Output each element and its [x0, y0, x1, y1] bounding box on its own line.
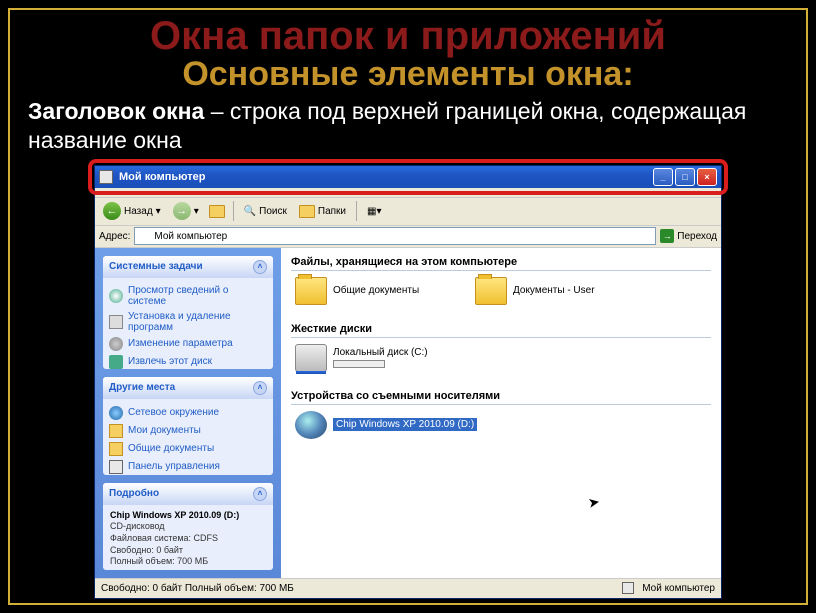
statusbar: Свободно: 0 байт Полный объем: 700 МБ Мо…: [95, 578, 721, 598]
maximize-button[interactable]: □: [675, 168, 695, 186]
statusbar-right: Мой компьютер: [642, 583, 715, 594]
item-drive-c[interactable]: Локальный диск (C:): [295, 344, 455, 372]
sidebar-item-eject[interactable]: Извлечь этот диск: [109, 353, 267, 369]
sidebar-panel-header[interactable]: Подробно ˄: [103, 483, 273, 505]
definition-text: Заголовок окна – строка под верхней гран…: [28, 97, 788, 155]
content-area: Файлы, хранящиеся на этом компьютере Общ…: [281, 248, 721, 578]
toolbar: ← Назад ▾ → ▾ 🔍 Поиск Папк: [95, 198, 721, 226]
computer-icon: [138, 230, 150, 242]
group-header-drives: Жесткие диски: [291, 321, 711, 338]
computer-icon: [622, 582, 634, 594]
sidebar-panel-other-places: Другие места ˄ Сетевое окружение Мои док…: [103, 377, 273, 475]
search-icon: 🔍: [244, 206, 256, 217]
item-cd-d[interactable]: Chip Windows XP 2010.09 (D:): [295, 411, 477, 439]
chevron-up-icon: ˄: [253, 487, 267, 501]
back-button[interactable]: ← Назад ▾: [99, 200, 165, 222]
sidebar: Системные задачи ˄ Просмотр сведений о с…: [95, 248, 281, 578]
minimize-button[interactable]: _: [653, 168, 673, 186]
sidebar-item-addremove[interactable]: Установка и удаление программ: [109, 309, 267, 335]
sidebar-item-mydocs[interactable]: Мои документы: [109, 422, 267, 440]
drive-icon: [295, 344, 327, 372]
sidebar-item-settings[interactable]: Изменение параметра: [109, 335, 267, 353]
details-body: Chip Windows XP 2010.09 (D:) CD-дисковод…: [103, 505, 273, 570]
cd-icon: [295, 411, 327, 439]
chevron-down-icon: ▾: [194, 206, 199, 217]
chevron-down-icon: ▾: [156, 206, 161, 217]
go-arrow-icon: →: [660, 229, 674, 243]
folder-icon: [109, 424, 123, 438]
definition-term: Заголовок окна: [28, 98, 204, 124]
close-button[interactable]: ×: [697, 168, 717, 186]
window-screenshot: Мой компьютер _ □ × ← Назад ▾ → ▾: [94, 165, 722, 599]
chevron-up-icon: ˄: [253, 260, 267, 274]
folder-icon: [109, 442, 123, 456]
address-bar: Адрес: Мой компьютер → Переход: [95, 226, 721, 248]
views-button[interactable]: ▦▾: [363, 204, 385, 219]
control-panel-icon: [109, 460, 123, 474]
item-shared-docs[interactable]: Общие документы: [295, 277, 455, 305]
sidebar-item-controlpanel[interactable]: Панель управления: [109, 458, 267, 475]
forward-icon: →: [173, 202, 191, 220]
folder-icon: [299, 205, 315, 218]
sidebar-item-sysinfo[interactable]: Просмотр сведений о системе: [109, 283, 267, 309]
up-button[interactable]: [207, 201, 227, 221]
window-title: Мой компьютер: [119, 171, 206, 183]
sidebar-panel-details: Подробно ˄ Chip Windows XP 2010.09 (D:) …: [103, 483, 273, 570]
sidebar-item-shared[interactable]: Общие документы: [109, 440, 267, 458]
eject-icon: [109, 355, 123, 369]
info-icon: [109, 289, 123, 303]
group-header-removable: Устройства со съемными носителями: [291, 388, 711, 405]
go-button[interactable]: → Переход: [660, 229, 717, 243]
sidebar-panel-header[interactable]: Системные задачи ˄: [103, 256, 273, 278]
search-button[interactable]: 🔍 Поиск: [240, 204, 291, 219]
app-icon: [99, 170, 113, 184]
gear-icon: [109, 337, 123, 351]
folder-icon: [295, 277, 327, 305]
sidebar-panel-header[interactable]: Другие места ˄: [103, 377, 273, 399]
forward-button[interactable]: → ▾: [169, 200, 203, 222]
slide: Окна папок и приложений Основные элемент…: [8, 8, 808, 605]
address-input[interactable]: Мой компьютер: [134, 227, 656, 245]
chevron-up-icon: ˄: [253, 381, 267, 395]
network-icon: [109, 406, 123, 420]
slide-title: Окна папок и приложений: [28, 16, 788, 56]
add-remove-icon: [109, 315, 123, 329]
folder-icon: [475, 277, 507, 305]
sidebar-item-network[interactable]: Сетевое окружение: [109, 404, 267, 422]
xp-window: Мой компьютер _ □ × ← Назад ▾ → ▾: [94, 165, 722, 599]
statusbar-left: Свободно: 0 байт Полный объем: 700 МБ: [101, 583, 294, 594]
sidebar-panel-system-tasks: Системные задачи ˄ Просмотр сведений о с…: [103, 256, 273, 369]
address-label: Адрес:: [99, 231, 130, 242]
folders-button[interactable]: Папки: [295, 203, 350, 220]
titlebar[interactable]: Мой компьютер _ □ ×: [95, 166, 721, 188]
item-user-docs[interactable]: Документы - User: [475, 277, 635, 305]
drive-usage-bar: [333, 360, 385, 368]
folder-up-icon: [209, 205, 225, 218]
slide-subtitle: Основные элементы окна:: [28, 56, 788, 93]
group-header-files: Файлы, хранящиеся на этом компьютере: [291, 254, 711, 271]
menubar[interactable]: [95, 188, 721, 198]
back-icon: ←: [103, 202, 121, 220]
